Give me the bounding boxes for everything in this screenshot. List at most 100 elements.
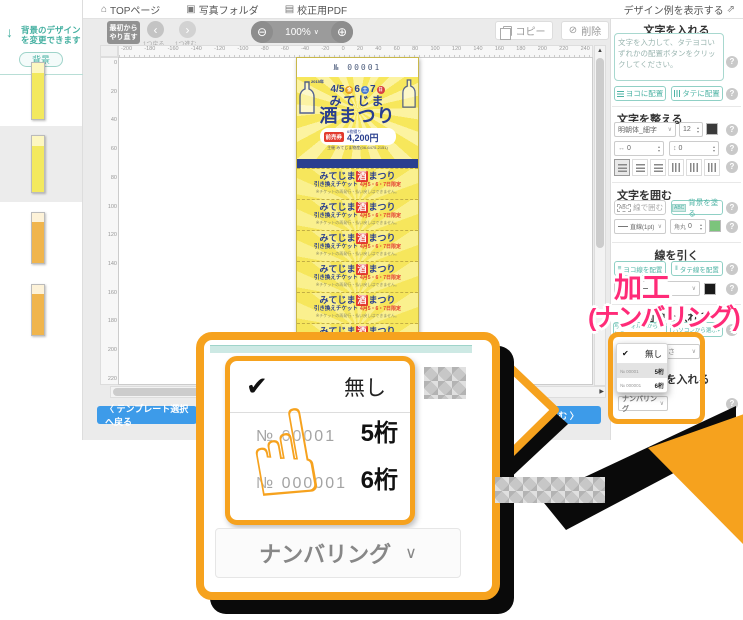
nav-proof-pdf-label: 校正用PDF (297, 2, 347, 17)
back-to-template-button[interactable]: 〈 テンプレート選択へ戻る (97, 406, 197, 424)
top-nav: ⌂TOPページ ▣写真フォルダ ▤校正用PDF デザイン例を表示する⇗ (83, 0, 743, 19)
copy-button[interactable]: コピー (495, 21, 553, 40)
step-down-icon[interactable]: ▾ (700, 227, 702, 231)
help-icon[interactable] (726, 143, 738, 155)
blurred-region (495, 477, 605, 503)
chevron-down-icon: ∨ (658, 223, 662, 230)
letter-spacing-stepper[interactable]: ↔0▴▾ (614, 141, 664, 156)
scroll-up-icon[interactable]: ▲ (595, 46, 605, 56)
line-height-stepper[interactable]: ↕0▴▾ (669, 141, 719, 156)
undo-button[interactable]: ‹ (147, 21, 164, 38)
place-vertical-button[interactable]: タテに配置 (671, 86, 723, 101)
align-middle-button[interactable] (686, 159, 702, 176)
step-down-icon[interactable]: ▾ (697, 130, 699, 134)
help-icon[interactable] (726, 398, 738, 410)
stub-date-limit: 4月5・6・7日限定 (360, 213, 401, 219)
magnified-5-label: 5桁 (361, 413, 398, 448)
stub-note: ※チケットの再発行・払い戻しはできません。 (297, 251, 418, 257)
font-select[interactable]: 明朝体_細字∨ (614, 122, 676, 137)
price-value: 4,200円 (347, 134, 379, 143)
outline-text-label: 線で囲む (633, 202, 663, 213)
help-icon[interactable] (726, 263, 738, 275)
ruler-label: 200 (108, 347, 117, 353)
stub-note: ※チケットの再発行・払い戻しはできません。 (297, 313, 418, 319)
magnified-numbering-select[interactable]: ナンバリング ∨ (215, 528, 461, 578)
background-thumbnail-4[interactable] (31, 284, 45, 336)
sake-bottle-illustration (402, 79, 416, 109)
help-icon[interactable] (726, 283, 738, 295)
magnified-none-label: 無し (344, 372, 386, 402)
ruler-label: 200 (538, 46, 547, 52)
vertical-scrollbar[interactable]: ▲ (594, 45, 606, 386)
help-icon[interactable] (726, 221, 738, 233)
align-left-button[interactable] (614, 159, 630, 176)
background-thumbnail-3[interactable] (31, 212, 45, 264)
ruler-label: -20 (321, 46, 329, 52)
nav-proof-pdf[interactable]: ▤校正用PDF (285, 2, 347, 17)
text-color-swatch[interactable] (706, 123, 718, 135)
corner-radius-stepper[interactable]: 角丸0▴▾ (670, 219, 706, 234)
panel-divider (612, 182, 741, 183)
help-icon[interactable] (726, 202, 738, 214)
align-middle-icon (690, 163, 698, 172)
sidebar-hint: 背景のデザイン を変更できます (21, 25, 81, 45)
enclose-color-swatch[interactable] (709, 220, 721, 232)
ticket-year: 2015年 (311, 79, 324, 85)
align-top-button[interactable] (668, 159, 684, 176)
stub-sake-box: 酒 (356, 171, 367, 182)
background-thumbnail-2-selected[interactable] (31, 135, 45, 193)
ruler-label: -120 (214, 46, 225, 52)
ticket-price-area: 前売券 6枚綴り 4,200円 (320, 128, 396, 145)
zoom-in-button[interactable]: ⊕ (331, 21, 353, 43)
enclose-line-style-select[interactable]: 直線(1pt)∨ (614, 219, 666, 234)
nav-top-page[interactable]: ⌂TOPページ (101, 2, 160, 17)
stub-title-2: まつり (369, 295, 396, 305)
align-right-button[interactable] (650, 159, 666, 176)
font-size-stepper[interactable]: 12▴▾ (679, 122, 703, 137)
zoom-out-button[interactable]: ⊖ (251, 21, 273, 43)
vertical-scroll-thumb[interactable] (596, 58, 604, 248)
design-example-label: デザイン例を表示する (624, 2, 724, 17)
ruler-label: -40 (301, 46, 309, 52)
line-color-swatch[interactable] (704, 283, 716, 295)
sake-bottle-illustration (299, 81, 315, 115)
vertical-line-button[interactable]: ‖タテ線を配置 (671, 261, 723, 276)
nav-photo-folder[interactable]: ▣写真フォルダ (186, 2, 258, 17)
text-input[interactable] (614, 33, 724, 81)
zoom-out-icon: ⊖ (257, 25, 267, 39)
align-center-icon (636, 164, 645, 172)
place-horizontal-button[interactable]: ヨコに配置 (614, 86, 666, 101)
help-icon[interactable] (726, 88, 738, 100)
day-saturday-badge: 土 (361, 86, 369, 94)
zoom-level-select[interactable]: 100%∨ (273, 27, 331, 38)
panel-divider (612, 106, 741, 107)
help-icon[interactable] (726, 56, 738, 68)
ticket-title-line2: 酒まつり (297, 107, 418, 125)
step-down-icon[interactable]: ▾ (713, 149, 715, 153)
design-example-link[interactable]: デザイン例を表示する⇗ (624, 2, 735, 17)
outline-text-button[interactable]: ABC線で囲む (614, 200, 666, 215)
line-height-value: 0 (679, 145, 683, 152)
redo-button[interactable]: › (179, 21, 196, 38)
place-vertical-label: タテに配置 (682, 88, 720, 99)
align-center-button[interactable] (632, 159, 648, 176)
ticket-design[interactable]: № 00001 2015年 4/5金6土7日 みてじま 酒まつり 前売券 6枚綴… (296, 57, 419, 355)
delete-button[interactable]: ⊘削除 (561, 21, 609, 40)
photo-icon: ▣ (186, 4, 195, 15)
background-thumbnail-1[interactable] (31, 62, 45, 120)
help-icon[interactable] (726, 161, 738, 173)
stub-title-2: まつり (369, 233, 396, 243)
font-size-value: 12 (683, 126, 691, 133)
scroll-right-icon[interactable]: ▶ (599, 387, 604, 397)
stub-date-limit: 4月5・6・7日限定 (360, 306, 401, 312)
help-icon[interactable] (726, 124, 738, 136)
align-right-icon (654, 164, 663, 172)
reset-button[interactable]: 最初から やり直す (107, 21, 140, 44)
next-screen-button[interactable]: 画面へ進む 〉 (500, 406, 601, 424)
panel-divider (612, 242, 741, 243)
step-down-icon[interactable]: ▾ (658, 149, 660, 153)
redo-icon: › (186, 23, 190, 37)
stub-note: ※チケットの再発行・払い戻しはできません。 (297, 282, 418, 288)
align-bottom-button[interactable] (704, 159, 720, 176)
fill-background-button[interactable]: ABC背景を塗る (671, 200, 723, 215)
